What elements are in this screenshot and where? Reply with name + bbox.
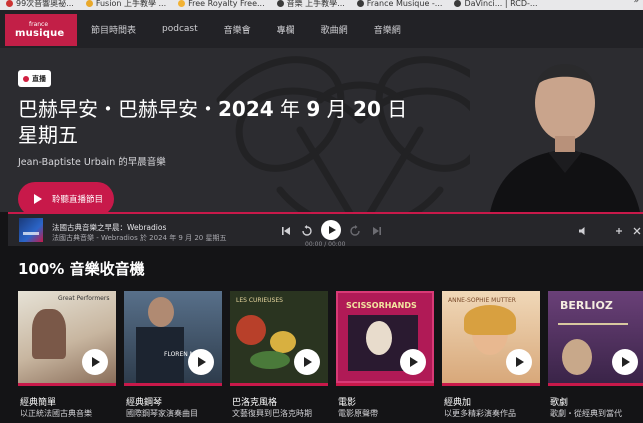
nav-item-schedule[interactable]: 節目時間表: [91, 23, 136, 36]
card-play-button[interactable]: [612, 349, 638, 375]
webradio-card[interactable]: Great Performers 經典簡單 以正統法國古典音樂: [18, 291, 116, 423]
card-title: 經典鋼琴: [126, 398, 163, 408]
listen-live-button[interactable]: 聆聽直播節目: [18, 182, 114, 212]
expand-icon[interactable]: [612, 224, 626, 238]
bookmark-item[interactable]: Free Royalty Free...: [172, 0, 271, 8]
site-logo[interactable]: france musique: [5, 14, 77, 46]
favicon-icon: [85, 0, 93, 7]
card-play-button[interactable]: [188, 349, 214, 375]
card-play-button[interactable]: [82, 349, 108, 375]
player-track-title: 法國古典音樂之早晨：Webradios: [52, 223, 167, 232]
player-time: 00:00 / 00:00: [305, 241, 346, 248]
card-description: 國際鋼琴家演奏曲目: [126, 409, 198, 418]
host-photo: [470, 48, 643, 212]
card-description: 歌劇・從經典到當代: [550, 409, 622, 418]
hero-banner: 直播 巴赫早安・巴赫早安・2024 年 9 月 20 日星期五 Jean-Bap…: [0, 48, 643, 212]
nav-item-songs[interactable]: 歌曲網: [321, 23, 348, 36]
section-title: 100% 音樂收音機: [18, 260, 145, 278]
play-icon: [304, 357, 312, 367]
bookmark-item[interactable]: Fusion 上手教學 ...: [80, 0, 172, 9]
card-description: 以更多精彩演奏作品: [444, 409, 516, 418]
skip-previous-icon[interactable]: [279, 224, 293, 238]
play-icon: [92, 357, 100, 367]
card-description: 文藝復興到巴洛克時期: [232, 409, 312, 418]
webradio-list: Great Performers 經典簡單 以正統法國古典音樂 FLOREN M…: [18, 291, 643, 423]
nav-item-music[interactable]: 音樂網: [374, 23, 401, 36]
rewind-15-icon[interactable]: [300, 224, 314, 238]
webradio-card[interactable]: ANNE-SOPHIE MUTTER 經典加 以更多精彩演奏作品: [442, 291, 540, 423]
close-icon[interactable]: [630, 224, 643, 238]
card-title: 電影: [338, 398, 357, 408]
hero-subtitle[interactable]: Jean-Baptiste Urbain 的早晨音樂: [18, 154, 166, 168]
forward-30-icon[interactable]: [348, 224, 362, 238]
play-icon: [622, 357, 630, 367]
play-icon: [516, 357, 524, 367]
live-badge: 直播: [18, 70, 51, 87]
card-title: 歌劇: [550, 398, 569, 408]
player-play-button[interactable]: [321, 220, 341, 240]
play-icon: [410, 357, 418, 367]
audio-player-bar: 法國古典音樂之早晨：Webradios 法國古典音樂 - Webradios 於…: [8, 212, 643, 248]
bookmark-item[interactable]: DaVinci... | RCD-...: [448, 0, 543, 8]
card-title: 巴洛克風格: [232, 398, 278, 408]
nav-item-podcast[interactable]: podcast: [162, 24, 198, 34]
skip-next-icon[interactable]: [370, 224, 384, 238]
webradio-card[interactable]: LES CURIEUSES 巴洛克風格 文藝復興到巴洛克時期: [230, 291, 328, 423]
bookmark-item[interactable]: France Musique -...: [351, 0, 449, 8]
play-icon: [198, 357, 206, 367]
nav-item-concerts[interactable]: 音樂會: [224, 23, 251, 36]
webradio-card[interactable]: SCISSORHANDS 電影 電影原聲帶: [336, 291, 434, 423]
logo-main-text: musique: [15, 27, 65, 39]
card-title: 經典簡單: [20, 398, 57, 408]
play-icon: [34, 194, 42, 204]
bookmark-item[interactable]: 音樂 上手教學...: [271, 0, 351, 9]
card-description: 以正統法國古典音樂: [20, 409, 92, 418]
card-description: 電影原聲帶: [338, 409, 378, 418]
webradio-card[interactable]: BERLIOZ 歌劇 歌劇・從經典到當代: [548, 291, 643, 423]
player-artwork: [19, 218, 43, 242]
card-play-button[interactable]: [400, 349, 426, 375]
favicon-icon: [454, 0, 462, 7]
card-play-button[interactable]: [294, 349, 320, 375]
live-dot-icon: [23, 75, 29, 82]
play-icon: [328, 226, 336, 234]
nav-item-columns[interactable]: 專欄: [277, 23, 295, 36]
volume-icon[interactable]: [576, 224, 590, 238]
favicon-icon: [6, 0, 13, 7]
card-title: 經典加: [444, 398, 472, 408]
site-header: france musique 節目時間表 podcast 音樂會 專欄 歌曲網 …: [0, 10, 643, 48]
bookmarks-overflow-button[interactable]: »: [633, 0, 639, 6]
bookmarks-bar: 99次音響奧祕... Fusion 上手教學 ... Free Royalty …: [0, 0, 643, 10]
webradio-card[interactable]: FLOREN MARK 經典鋼琴 國際鋼琴家演奏曲目: [124, 291, 222, 423]
main-nav: 節目時間表 podcast 音樂會 專欄 歌曲網 音樂網: [91, 23, 401, 36]
favicon-icon: [356, 0, 364, 7]
bookmark-item[interactable]: 99次音響奧祕...: [0, 0, 80, 9]
favicon-icon: [276, 0, 284, 7]
player-track-subtitle: 法國古典音樂 - Webradios 於 2024 年 9 月 20 星期五: [52, 234, 227, 242]
hero-title: 巴赫早安・巴赫早安・2024 年 9 月 20 日星期五: [18, 97, 408, 147]
favicon-icon: [178, 0, 186, 7]
card-play-button[interactable]: [506, 349, 532, 375]
